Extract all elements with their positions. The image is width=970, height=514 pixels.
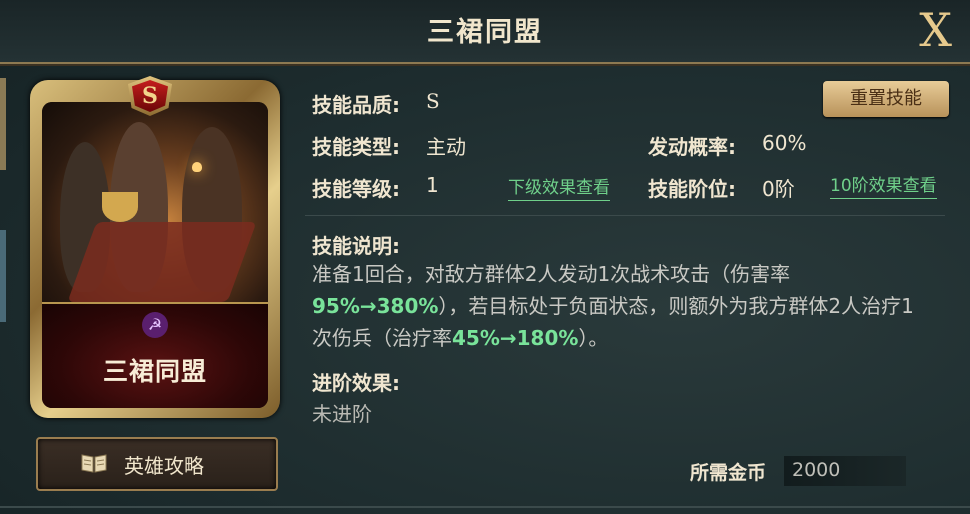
page-title: 三裙同盟 <box>427 17 543 48</box>
reset-skill-button[interactable]: 重置技能 <box>823 81 949 117</box>
card-name: 三裙同盟 <box>102 357 207 386</box>
skill-card: ☭ 三裙同盟 <box>30 80 280 418</box>
skill-detail-panel: 三裙同盟 X ☭ 三裙同盟 S 英雄攻略 技能品质: S 重置技能 技能类型: … <box>0 0 970 514</box>
fan-icon <box>102 192 138 222</box>
level-label: 技能等级: <box>312 177 400 201</box>
description-label: 技能说明: <box>312 234 400 258</box>
grade-letter: S <box>132 80 168 112</box>
quality-value: S <box>426 89 440 113</box>
advance-label: 进阶效果: <box>312 371 400 395</box>
type-label: 技能类型: <box>312 135 400 159</box>
advance-value: 未进阶 <box>312 402 372 426</box>
divider <box>305 215 945 216</box>
skill-artwork <box>42 102 268 302</box>
cost-label: 所需金币 <box>690 462 767 484</box>
skill-description: 准备1回合，对敌方群体2人发动1次战术攻击（伤害率95%→380%），若目标处于… <box>312 258 932 354</box>
damage-rate-highlight: 95%→380% <box>312 294 439 318</box>
quality-label: 技能品质: <box>312 93 400 117</box>
faction-emblem-icon: ☭ <box>142 312 168 338</box>
tier10-effect-link[interactable]: 10阶效果查看 <box>830 171 937 199</box>
heal-rate-highlight: 45%→180% <box>452 326 579 350</box>
hero-guide-button[interactable]: 英雄攻略 <box>36 437 278 491</box>
book-icon <box>81 454 107 473</box>
bottom-divider <box>0 506 970 508</box>
description-text-3: ）。 <box>578 326 609 350</box>
next-level-effect-link[interactable]: 下级效果查看 <box>508 173 610 201</box>
side-tab-marker-2 <box>0 230 6 322</box>
skill-card-inner: ☭ 三裙同盟 <box>42 102 268 408</box>
tier-value: 0阶 <box>762 177 795 201</box>
cost-value: 2000 <box>792 459 841 481</box>
description-text-1: 准备1回合，对敌方群体2人发动1次战术攻击（伤害率 <box>312 262 791 286</box>
hero-guide-label: 英雄攻略 <box>124 454 204 478</box>
card-name-plate: ☭ 三裙同盟 <box>42 302 268 408</box>
side-tab-marker <box>0 78 6 170</box>
title-bar: 三裙同盟 X <box>0 0 970 64</box>
chance-label: 发动概率: <box>648 135 736 159</box>
close-button[interactable]: X <box>919 4 952 56</box>
tier-label: 技能阶位: <box>648 177 736 201</box>
level-value: 1 <box>426 173 439 197</box>
chance-value: 60% <box>762 131 807 155</box>
type-value: 主动 <box>426 135 466 159</box>
